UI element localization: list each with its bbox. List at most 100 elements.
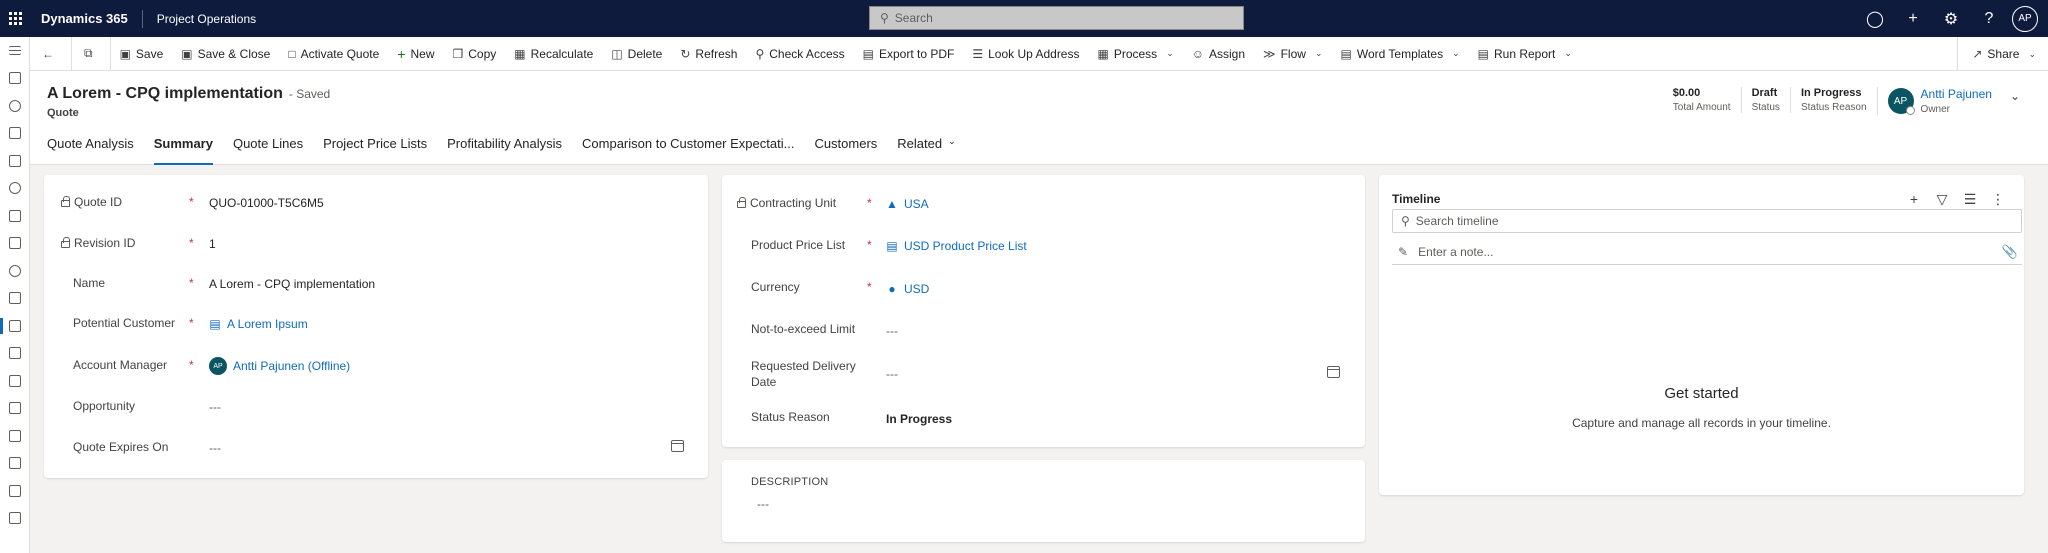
approval-icon [9,484,21,497]
rail-contracts[interactable] [0,285,30,313]
potential-customer-link[interactable]: ▤ A Lorem Ipsum [209,317,307,331]
list-sort-icon[interactable]: ☰ [1956,187,1984,211]
rail-invoices[interactable] [0,340,30,368]
look-up-address-button[interactable]: ☰ Look Up Address [963,37,1088,71]
quote-expires-label: Quote Expires On [73,440,169,454]
header-total-amount: $0.00 Total Amount [1672,87,1731,113]
export-pdf-button[interactable]: ▤ Export to PDF [854,37,964,71]
entity-name: Quote [47,107,79,119]
name-field[interactable]: A Lorem - CPQ implementation [209,277,375,291]
quote-expires-field[interactable]: --- [209,441,221,455]
assign-button[interactable]: ☺ Assign [1183,37,1254,71]
run-report-button[interactable]: ▤ Run Report ⌄ [1469,37,1581,71]
filter-icon[interactable]: ▽ [1928,187,1956,211]
rail-reports[interactable] [0,450,30,478]
resource-icon [9,264,21,277]
required-marker: * [867,280,872,294]
rail-pinned[interactable] [0,120,30,148]
new-button[interactable]: + New [388,37,443,71]
rail-calendar[interactable] [0,367,30,395]
requested-delivery-date-field[interactable]: --- [886,367,898,381]
copy-button[interactable]: ❐ Copy [444,37,506,71]
delete-button[interactable]: ◫ Delete [602,37,671,71]
user-avatar[interactable]: AP [2012,5,2038,32]
rail-resources[interactable] [0,257,30,285]
invoice-icon [9,347,21,360]
opportunity-field[interactable]: --- [209,400,221,414]
tab-customers[interactable]: Customers [814,135,877,165]
brand-name[interactable]: Dynamics 365 [41,9,143,28]
gear-icon[interactable]: ⚙ [1932,0,1970,37]
process-button[interactable]: ▦ Process ⌄ [1088,37,1182,71]
timeline-add-icon[interactable]: + [1900,187,1928,211]
rail-home[interactable] [0,65,30,93]
timeline-search-input[interactable]: ⚲ Search timeline [1392,209,2022,233]
rail-time-entries[interactable] [0,395,30,423]
rail-contacts[interactable] [0,175,30,203]
tab-quote-analysis[interactable]: Quote Analysis [47,135,134,165]
save-icon: ▣ [119,46,131,61]
description-field[interactable]: --- [757,497,769,511]
plus-icon[interactable]: + [1894,0,1932,37]
chevron-down-icon: ⌄ [948,136,956,146]
refresh-button[interactable]: ↻ Refresh [671,37,746,71]
global-search-input[interactable]: ⚲ Search [869,6,1244,30]
lightbulb-icon[interactable]: ◯ [1856,0,1894,37]
rail-quotes[interactable] [0,312,30,340]
address-icon: ☰ [972,46,984,61]
page-title: A Lorem - CPQ implementation - Saved [47,85,331,102]
search-icon: ⚲ [755,46,765,61]
rail-expenses[interactable] [0,422,30,450]
flow-button[interactable]: ≫ Flow ⌄ [1254,37,1331,71]
hamburger-menu-button[interactable] [0,37,30,65]
command-bar: ← ⧉ ▣ Save ▣ Save & Close □ Activate Quote … [30,36,2048,71]
status-reason-value[interactable]: In Progress [886,412,952,426]
share-button[interactable]: ↗ Share ⌄ [1957,37,2048,71]
chevron-down-icon: ⌄ [1166,48,1174,58]
tab-comparison-customer-expectations[interactable]: Comparison to Customer Expectati... [582,135,794,165]
help-icon[interactable]: ? [1970,0,2008,37]
app-launcher-button[interactable] [0,0,30,37]
contracting-unit-link[interactable]: ▲ USA [886,197,929,211]
nte-limit-field[interactable]: --- [886,324,898,338]
owner-link[interactable]: Antti Pajunen [1921,87,1992,101]
open-new-window-button[interactable]: ⧉ [72,36,111,71]
plus-icon: + [397,45,406,62]
home-icon [9,72,21,85]
tab-profitability-analysis[interactable]: Profitability Analysis [447,135,562,165]
currency-label: Currency [751,280,800,294]
currency-link[interactable]: ● USD [886,282,929,296]
product-price-list-link[interactable]: ▤ USD Product Price List [886,239,1026,253]
tab-quote-lines[interactable]: Quote Lines [233,135,303,165]
attachment-icon[interactable]: 📎 [2002,244,2018,260]
rail-products[interactable] [0,202,30,230]
rail-database[interactable] [0,230,30,258]
header-expand-chevron-icon[interactable]: ⌄ [2010,89,2020,103]
rail-projects[interactable] [0,147,30,175]
tab-project-price-lists[interactable]: Project Price Lists [323,135,427,165]
timeline-note-input[interactable]: ✎ Enter a note... 📎 [1392,239,2022,265]
calendar-icon[interactable] [1327,366,1340,378]
description-label: DESCRIPTION [751,476,829,488]
account-manager-link[interactable]: AP Antti Pajunen (Offline) [209,357,350,375]
rail-settings[interactable] [0,505,30,533]
more-options-icon[interactable]: ⋮ [1984,187,2012,211]
rail-recent[interactable] [0,92,30,120]
required-marker: * [867,196,872,210]
tab-summary[interactable]: Summary [153,135,214,165]
rail-approvals[interactable] [0,477,30,505]
word-icon: ▤ [1340,46,1352,61]
tab-related[interactable]: Related ⌄ [897,135,955,165]
recalculate-button[interactable]: ▦ Recalculate [505,37,602,71]
copy-icon: ❐ [452,46,464,61]
activate-quote-button[interactable]: □ Activate Quote [279,37,388,71]
save-close-button[interactable]: ▣ Save & Close [172,37,279,71]
save-button[interactable]: ▣ Save [111,37,173,71]
check-access-button[interactable]: ⚲ Check Access [746,37,853,71]
calendar-icon[interactable] [671,440,684,452]
waffle-icon [8,12,22,25]
app-name[interactable]: Project Operations [157,12,256,26]
back-button[interactable]: ← [30,36,72,71]
word-templates-button[interactable]: ▤ Word Templates ⌄ [1331,37,1468,71]
form-tabs: Quote Analysis Summary Quote Lines Proje… [47,135,976,165]
